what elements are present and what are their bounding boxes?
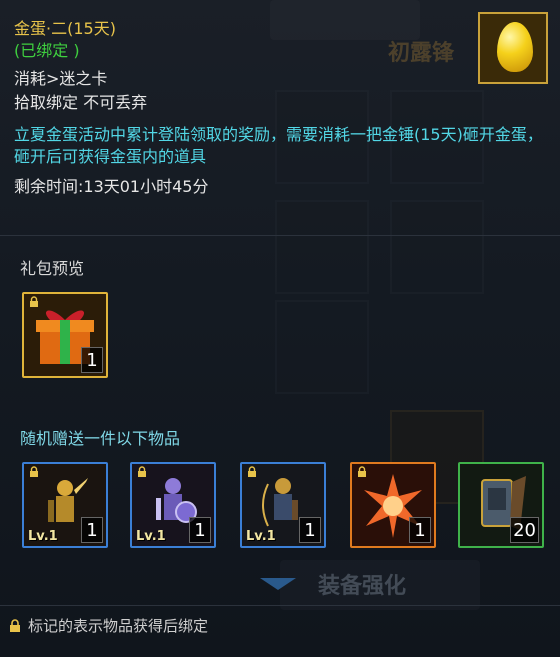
golden-egg-icon [478,12,548,84]
random-gift-title: 随机赠送一件以下物品 [20,429,181,448]
divider [0,605,560,606]
remaining-time: 剩余时间:13天01小时45分 [14,177,209,196]
item-count: 1 [189,517,211,543]
lock-icon [248,466,256,477]
background-slot [275,300,369,394]
bound-status: (已绑定 ) [14,41,80,60]
divider [0,235,560,236]
item-count: 1 [409,517,431,543]
gift-box-slot[interactable]: 1 [22,292,108,378]
bind-note-text: 标记的表示物品获得后绑定 [28,617,209,635]
item-level: Lv.1 [246,529,276,544]
background-label: 初露锋 [388,41,455,66]
lock-icon [138,466,146,477]
background-enhance-label: 装备强化 [318,574,407,599]
lock-icon [30,466,38,477]
random-item-slot-2[interactable]: Lv.1 1 [130,462,216,548]
item-count: 20 [510,517,539,543]
background-slot [390,200,484,294]
pickup-info: 拾取绑定 不可丢弃 [14,93,148,112]
random-item-slot-4[interactable]: 1 [350,462,436,548]
item-tooltip-panel: 初露锋 装备强化 金蛋·二(15天) (已绑定 ) 消耗>迷之卡 拾取绑定 不可… [0,0,560,657]
item-count: 1 [81,517,103,543]
item-name: 金蛋·二(15天) [14,19,116,38]
item-level: Lv.1 [136,529,166,544]
random-item-slot-3[interactable]: Lv.1 1 [240,462,326,548]
gift-preview-title: 礼包预览 [20,259,85,278]
lock-icon [358,466,366,477]
random-item-slot-5[interactable]: 20 [458,462,544,548]
item-count: 1 [299,517,321,543]
bind-note: 标记的表示物品获得后绑定 [8,615,208,636]
item-description: 立夏金蛋活动中累计登陆领取的奖励，需要消耗一把金锤(15天)砸开金蛋，砸开后可获… [14,125,543,166]
consume-info: 消耗>迷之卡 [14,69,108,88]
background-slot [275,200,369,294]
lock-icon [30,296,38,307]
lock-icon [10,618,20,632]
background-tab [270,0,420,40]
random-item-slot-1[interactable]: Lv.1 1 [22,462,108,548]
chevron-down-icon [260,578,296,590]
item-count: 1 [81,347,103,373]
item-level: Lv.1 [28,529,58,544]
